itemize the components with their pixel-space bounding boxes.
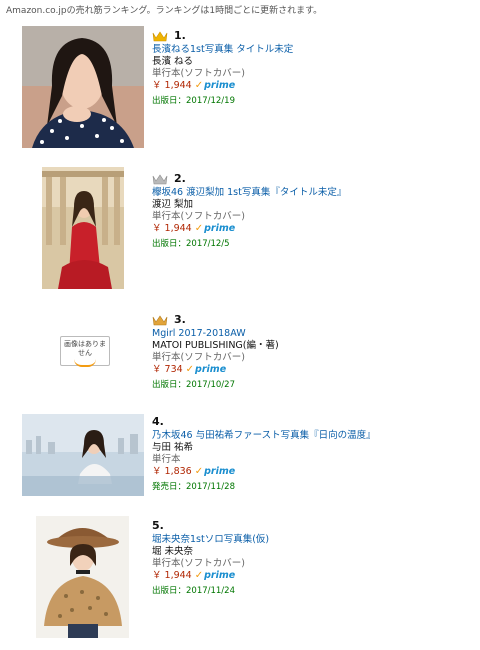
book-author: 長濱 ねる <box>152 56 194 67</box>
prime-badge: ✓ prime <box>185 364 227 375</box>
book-author: MATOI PUBLISHING(編・著) <box>152 340 279 351</box>
prime-badge: ✓ prime <box>194 466 236 477</box>
book-author: 与田 祐希 <box>152 442 194 453</box>
check-icon: ✓ <box>194 466 204 477</box>
book-price: ￥ 1,944 <box>152 80 192 91</box>
release-date: 出版日：2017/12/19 <box>152 96 235 106</box>
price-row: ￥ 1,944 ✓ prime <box>152 80 293 92</box>
book-cover-image[interactable] <box>22 414 144 496</box>
ranking-item-3: 画像はありません 3. Mgirl 2017-2018AW MATOI PUBL… <box>0 310 480 400</box>
book-info: 4. 乃木坂46 与田祐希ファースト写真集『日向の温度』 与田 祐希 単行本 ￥… <box>152 414 376 493</box>
book-price: ￥ 734 <box>152 364 183 375</box>
book-format: 単行本(ソフトカバー) <box>152 558 245 569</box>
rank-number: 1. <box>174 29 186 42</box>
rank-number: 4. <box>152 415 164 428</box>
book-info: 2. 欅坂46 渡辺梨加 1st写真集『タイトル未定』 渡辺 梨加 単行本(ソフ… <box>152 171 346 250</box>
release-date: 出版日：2017/11/24 <box>152 586 235 596</box>
check-icon: ✓ <box>194 223 204 234</box>
book-title-link[interactable]: 欅坂46 渡辺梨加 1st写真集『タイトル未定』 <box>152 187 346 199</box>
book-cover-image[interactable] <box>22 26 144 148</box>
amazon-smile-icon <box>74 359 96 367</box>
ranking-item-2: 2. 欅坂46 渡辺梨加 1st写真集『タイトル未定』 渡辺 梨加 単行本(ソフ… <box>0 167 480 292</box>
ranking-item-5: 5. 堀未央奈1stソロ写真集(仮) 堀 未央奈 単行本(ソフトカバー) ￥ 1… <box>0 516 480 641</box>
prime-badge: ✓ prime <box>194 80 236 91</box>
silver-crown-icon <box>152 173 168 185</box>
book-title-link[interactable]: 乃木坂46 与田祐希ファースト写真集『日向の温度』 <box>152 430 376 442</box>
ranking-header: Amazon.co.jpの売れ筋ランキング。ランキングは1時間ごとに更新されます… <box>6 6 323 16</box>
rank-number: 2. <box>174 172 186 185</box>
book-info: 5. 堀未央奈1stソロ写真集(仮) 堀 未央奈 単行本(ソフトカバー) ￥ 1… <box>152 518 269 597</box>
book-price: ￥ 1,944 <box>152 570 192 581</box>
prime-badge: ✓ prime <box>194 570 236 581</box>
book-info: 3. Mgirl 2017-2018AW MATOI PUBLISHING(編・… <box>152 312 279 391</box>
gold-crown-icon <box>152 30 168 42</box>
book-price: ￥ 1,836 <box>152 466 192 477</box>
no-image-placeholder[interactable]: 画像はありません <box>60 336 110 367</box>
release-date: 出版日：2017/12/5 <box>152 239 230 249</box>
price-row: ￥ 734 ✓ prime <box>152 364 279 376</box>
ranking-item-4: 4. 乃木坂46 与田祐希ファースト写真集『日向の温度』 与田 祐希 単行本 ￥… <box>0 412 480 502</box>
book-format: 単行本(ソフトカバー) <box>152 352 245 363</box>
book-format: 単行本(ソフトカバー) <box>152 211 245 222</box>
prime-badge: ✓ prime <box>194 223 236 234</box>
check-icon: ✓ <box>185 364 195 375</box>
book-price: ￥ 1,944 <box>152 223 192 234</box>
book-format: 単行本 <box>152 454 181 465</box>
ranking-item-1: 1. 長濱ねる1st写真集 タイトル未定 長濱 ねる 単行本(ソフトカバー) ￥… <box>0 26 480 151</box>
price-row: ￥ 1,836 ✓ prime <box>152 466 376 478</box>
book-title-link[interactable]: Mgirl 2017-2018AW <box>152 328 279 340</box>
rank-number: 5. <box>152 519 164 532</box>
release-date: 発売日：2017/11/28 <box>152 482 235 492</box>
price-row: ￥ 1,944 ✓ prime <box>152 223 346 235</box>
check-icon: ✓ <box>194 80 204 91</box>
price-row: ￥ 1,944 ✓ prime <box>152 570 269 582</box>
check-icon: ✓ <box>194 570 204 581</box>
book-info: 1. 長濱ねる1st写真集 タイトル未定 長濱 ねる 単行本(ソフトカバー) ￥… <box>152 28 293 107</box>
book-cover-image[interactable] <box>42 167 124 289</box>
book-title-link[interactable]: 長濱ねる1st写真集 タイトル未定 <box>152 44 293 56</box>
book-title-link[interactable]: 堀未央奈1stソロ写真集(仮) <box>152 534 269 546</box>
book-cover-image[interactable] <box>36 516 129 638</box>
rank-number: 3. <box>174 313 186 326</box>
book-author: 堀 未央奈 <box>152 546 194 557</box>
book-format: 単行本(ソフトカバー) <box>152 68 245 79</box>
release-date: 出版日：2017/10/27 <box>152 380 235 390</box>
book-author: 渡辺 梨加 <box>152 199 194 210</box>
bronze-crown-icon <box>152 314 168 326</box>
